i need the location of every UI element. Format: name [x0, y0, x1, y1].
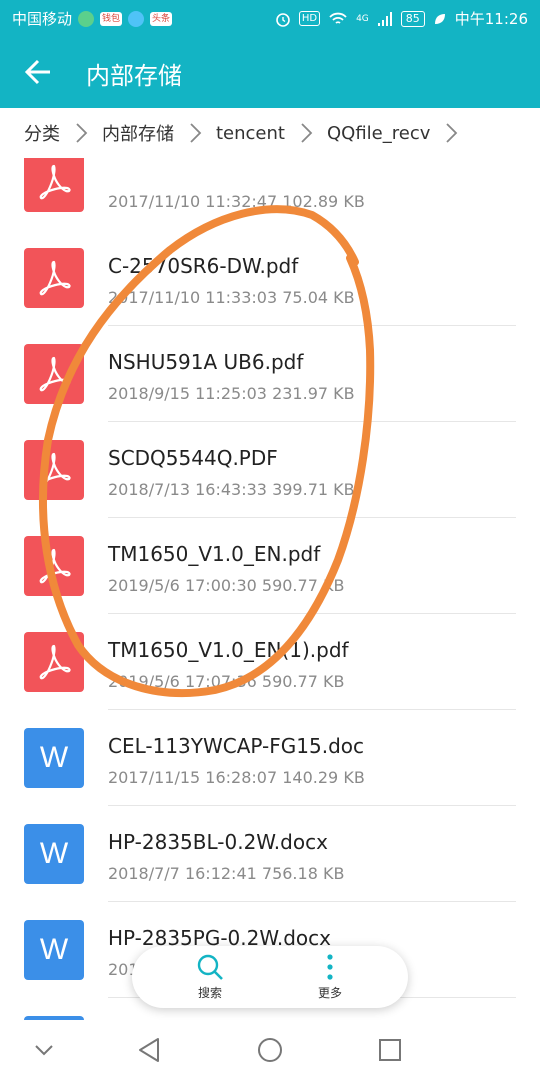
file-row[interactable]: NSHU591A UB6.pdf 2018/9/15 11:25:03 231.9… — [0, 326, 540, 422]
file-name: SCDQ5544Q.PDF — [108, 446, 278, 470]
back-button[interactable] — [20, 54, 60, 90]
word-icon-letter: W — [39, 741, 69, 774]
file-row[interactable]: 2017/11/10 11:32:47 102.89 KB — [0, 158, 540, 230]
more-button[interactable]: 更多 — [290, 950, 370, 1004]
word-file-icon: W — [24, 728, 84, 788]
file-name: TM1650_V1.0_EN(1).pdf — [108, 638, 349, 662]
status-bar: 中国移动 钱包 头条 HD 4G 85 中午11:26 — [0, 0, 540, 36]
leaf-icon — [434, 13, 445, 24]
pdf-file-icon — [24, 632, 84, 692]
breadcrumb-item-internal-storage[interactable]: 内部存储 — [102, 120, 174, 146]
bottom-toolbar: 搜索 更多 — [132, 946, 408, 1008]
file-row[interactable]: SCDQ5544Q.PDF 2018/7/13 16:43:33 399.71 K… — [0, 422, 540, 518]
chevron-right-icon — [76, 123, 88, 143]
carrier-label: 中国移动 — [12, 10, 73, 28]
file-meta: 2017/11/10 11:32:47 102.89 KB — [108, 192, 365, 211]
search-icon — [197, 954, 223, 980]
wifi-icon — [329, 12, 347, 24]
video-notification-icon — [128, 10, 145, 27]
back-arrow-icon — [24, 59, 50, 85]
breadcrumb-item-qqfile-recv[interactable]: QQfile_recv — [327, 123, 430, 144]
file-meta: 2018/7/13 16:43:33 399.71 KB — [108, 480, 355, 499]
word-icon-letter: W — [39, 933, 69, 966]
file-row[interactable]: W CEL-113YWCAP-FG15.doc 2017/11/15 16:28:0… — [0, 710, 540, 806]
circle-home-icon — [258, 1038, 282, 1062]
square-recents-icon — [379, 1039, 401, 1061]
more-button-label: 更多 — [317, 986, 342, 1000]
page-title: 内部存储 — [86, 62, 182, 90]
pdf-file-icon — [24, 440, 84, 500]
pdf-file-icon — [24, 536, 84, 596]
alarm-icon — [276, 12, 290, 27]
file-row[interactable]: W HP-2835BL-0.2W.docx 2018/7/7 16:12:41 75… — [0, 806, 540, 902]
file-row[interactable]: C-2570SR6-DW.pdf 2017/11/10 11:33:03 75.0… — [0, 230, 540, 326]
pdf-file-icon — [24, 248, 84, 308]
file-meta: 2017/11/15 16:28:07 140.29 KB — [108, 768, 365, 787]
clock: 中午11:26 — [454, 10, 528, 28]
nav-back-button[interactable] — [132, 1034, 168, 1066]
pdf-file-icon — [24, 158, 84, 212]
system-nav-bar — [0, 1020, 540, 1080]
file-name: C-2570SR6-DW.pdf — [108, 254, 299, 278]
news-notification-icon: 头条 — [150, 11, 173, 26]
file-name: NSHU591A UB6.pdf — [108, 350, 304, 374]
file-meta: 2019/5/6 17:00:30 590.77 KB — [108, 576, 345, 595]
word-file-icon: W — [24, 824, 84, 884]
word-icon-letter: W — [39, 837, 69, 870]
file-meta: 2017/11/10 11:33:03 75.04 KB — [108, 288, 355, 307]
battery-level: 85 — [400, 10, 425, 27]
file-name: HP-2835BL-0.2W.docx — [108, 830, 328, 854]
chevron-right-icon — [301, 123, 313, 143]
file-name: CEL-113YWCAP-FG15.doc — [108, 734, 364, 758]
file-row[interactable]: TM1650_V1.0_EN(1).pdf 2019/5/6 17:07:36 5… — [0, 614, 540, 710]
file-meta: 2018/7/7 16:12:41 756.18 KB — [108, 864, 345, 883]
file-meta: 2018/9/15 11:25:03 231.97 KB — [108, 384, 355, 403]
nav-home-button[interactable] — [252, 1034, 288, 1066]
nav-hide-button[interactable] — [26, 1034, 62, 1066]
chevron-right-icon — [190, 123, 202, 143]
triangle-back-icon — [139, 1038, 159, 1062]
network-type: 4G — [356, 13, 369, 24]
app-notification-icon — [78, 10, 95, 27]
signal-icon — [377, 11, 392, 26]
search-button-label: 搜索 — [197, 986, 222, 1000]
hd-badge: HD — [298, 11, 321, 26]
file-name: TM1650_V1.0_EN.pdf — [108, 542, 321, 566]
search-button[interactable]: 搜索 — [170, 950, 250, 1004]
breadcrumb-item-tencent[interactable]: tencent — [216, 123, 285, 144]
pdf-file-icon — [24, 344, 84, 404]
chevron-right-icon — [446, 123, 458, 143]
word-file-icon: W — [24, 920, 84, 980]
file-row[interactable]: TM1650_V1.0_EN.pdf 2019/5/6 17:00:30 590.… — [0, 518, 540, 614]
wallet-notification-icon: 钱包 — [100, 11, 123, 26]
breadcrumb-item-category[interactable]: 分类 — [24, 120, 60, 146]
chevron-down-icon — [35, 1045, 53, 1056]
file-meta: 2019/5/6 17:07:36 590.77 KB — [108, 672, 345, 691]
app-bar: 内部存储 — [0, 36, 540, 108]
file-list[interactable]: 2017/11/10 11:32:47 102.89 KB C-2570SR6-D… — [0, 158, 540, 1020]
breadcrumb: 分类 内部存储 tencent QQfile_recv — [0, 108, 540, 158]
nav-recents-button[interactable] — [372, 1034, 408, 1066]
more-vertical-icon — [327, 954, 333, 980]
